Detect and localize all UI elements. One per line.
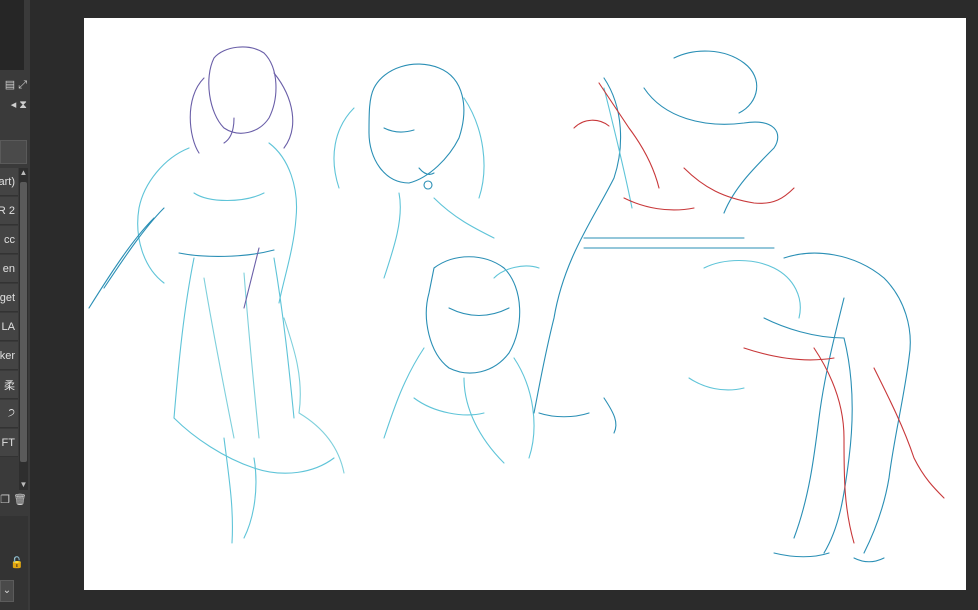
sketch-crouch-pair <box>533 50 795 434</box>
scroll-thumb[interactable] <box>20 182 27 462</box>
trash-icon[interactable]: 🗑 <box>13 494 27 510</box>
list-item[interactable]: en <box>0 255 18 283</box>
second-toolbar-row: ◂ ⧗ <box>0 96 30 114</box>
chevron-down-icon[interactable]: ⌄ <box>0 580 14 602</box>
layer-list: art) R 2 cc en get LA ker 柔 ੭ FT <box>0 168 18 458</box>
scroll-down-icon[interactable]: ▼ <box>19 480 28 490</box>
list-item[interactable]: cc <box>0 226 18 254</box>
list-item[interactable]: LA <box>0 313 18 341</box>
list-item[interactable]: get <box>0 284 18 312</box>
lock-icon[interactable]: 🔓 <box>0 556 28 570</box>
layer-actions: ❐ 🗑 <box>0 494 30 510</box>
list-item[interactable]: art) <box>0 168 18 196</box>
scroll-up-icon[interactable]: ▲ <box>19 168 28 178</box>
sketch-head-bottom <box>383 256 540 464</box>
prev-icon[interactable]: ◂ <box>11 99 17 111</box>
sketch-bend-pair <box>688 252 945 563</box>
canvas-area <box>30 0 978 610</box>
list-item[interactable]: R 2 <box>0 197 18 225</box>
copy-icon[interactable]: ❐ <box>0 494 10 510</box>
panel-strip <box>0 0 24 70</box>
sketch-head-top <box>333 63 495 279</box>
sketch-warrior <box>88 46 345 544</box>
new-layer-icon[interactable]: ▤ <box>5 79 15 91</box>
resize-icon[interactable]: ⤢ <box>18 79 27 91</box>
layer-panel-header[interactable] <box>0 140 27 164</box>
list-item[interactable]: FT <box>0 429 18 457</box>
drawing-canvas[interactable] <box>84 18 966 590</box>
list-item[interactable]: 柔 <box>0 371 18 399</box>
left-panel: ▤ ⤢ ◂ ⧗ art) R 2 cc en get LA ker 柔 ੭ FT… <box>0 0 30 610</box>
list-item[interactable]: ker <box>0 342 18 370</box>
top-toolbar-row: ▤ ⤢ <box>0 76 30 94</box>
list-item[interactable]: ੭ <box>0 400 18 428</box>
layer-scrollbar[interactable]: ▲ ▼ <box>19 168 28 490</box>
hourglass-icon[interactable]: ⧗ <box>19 99 27 111</box>
